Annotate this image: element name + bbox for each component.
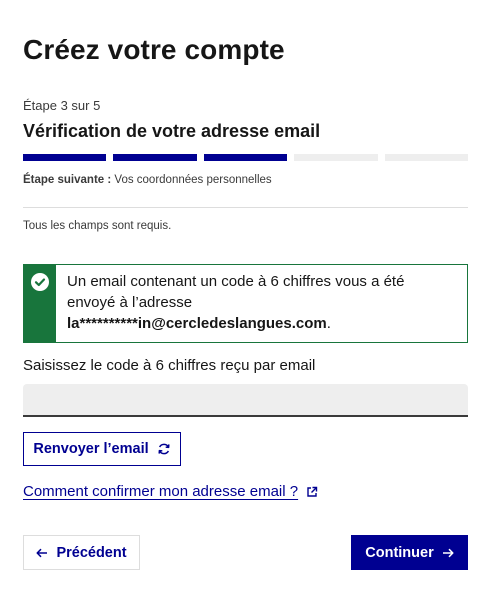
- page-title: Créez votre compte: [23, 34, 285, 65]
- stepper-segment: [23, 154, 107, 161]
- arrow-right-icon: [442, 548, 454, 558]
- required-fields-note: Tous les champs sont requis.: [23, 220, 172, 232]
- resend-email-button[interactable]: Renvoyer l’email: [23, 432, 181, 466]
- alert-message: Un email contenant un code à 6 chiffres …: [56, 265, 467, 342]
- alert-email: la**********in@cercledeslangues.com: [67, 315, 327, 332]
- next-step-info: Étape suivante : Vos coordonnées personn…: [23, 174, 272, 186]
- resend-email-label: Renvoyer l’email: [33, 441, 149, 457]
- help-confirm-email-link[interactable]: Comment confirmer mon adresse email ?: [23, 483, 318, 500]
- refresh-icon: [157, 442, 171, 456]
- step-title: Vérification de votre adresse email: [23, 121, 321, 141]
- continue-label: Continuer: [365, 544, 434, 561]
- external-link-icon: [306, 486, 318, 498]
- help-link-label: Comment confirmer mon adresse email ?: [23, 483, 299, 500]
- stepper-segment: [384, 154, 469, 161]
- stepper-segment: [113, 154, 197, 161]
- code-field-label: Saisissez le code à 6 chiffres reçu par …: [23, 357, 316, 374]
- divider: [23, 207, 468, 208]
- continue-button[interactable]: Continuer: [351, 535, 468, 570]
- previous-button[interactable]: Précédent: [23, 535, 140, 570]
- verification-code-input[interactable]: [23, 384, 468, 417]
- next-step-value: Vos coordonnées personnelles: [114, 174, 272, 186]
- stepper-segment: [203, 154, 288, 161]
- step-counter: Étape 3 sur 5: [23, 98, 101, 113]
- previous-label: Précédent: [56, 544, 127, 561]
- success-alert: Un email contenant un code à 6 chiffres …: [23, 264, 468, 343]
- alert-icon-bar: [24, 265, 56, 342]
- alert-text: Un email contenant un code à 6 chiffres …: [67, 273, 405, 311]
- alert-text-end: .: [326, 315, 331, 332]
- stepper-progress-bar: [23, 154, 469, 161]
- check-circle-icon: [31, 273, 49, 291]
- stepper-segment: [294, 154, 378, 161]
- arrow-left-icon: [36, 548, 48, 558]
- next-step-label: Étape suivante :: [23, 174, 112, 186]
